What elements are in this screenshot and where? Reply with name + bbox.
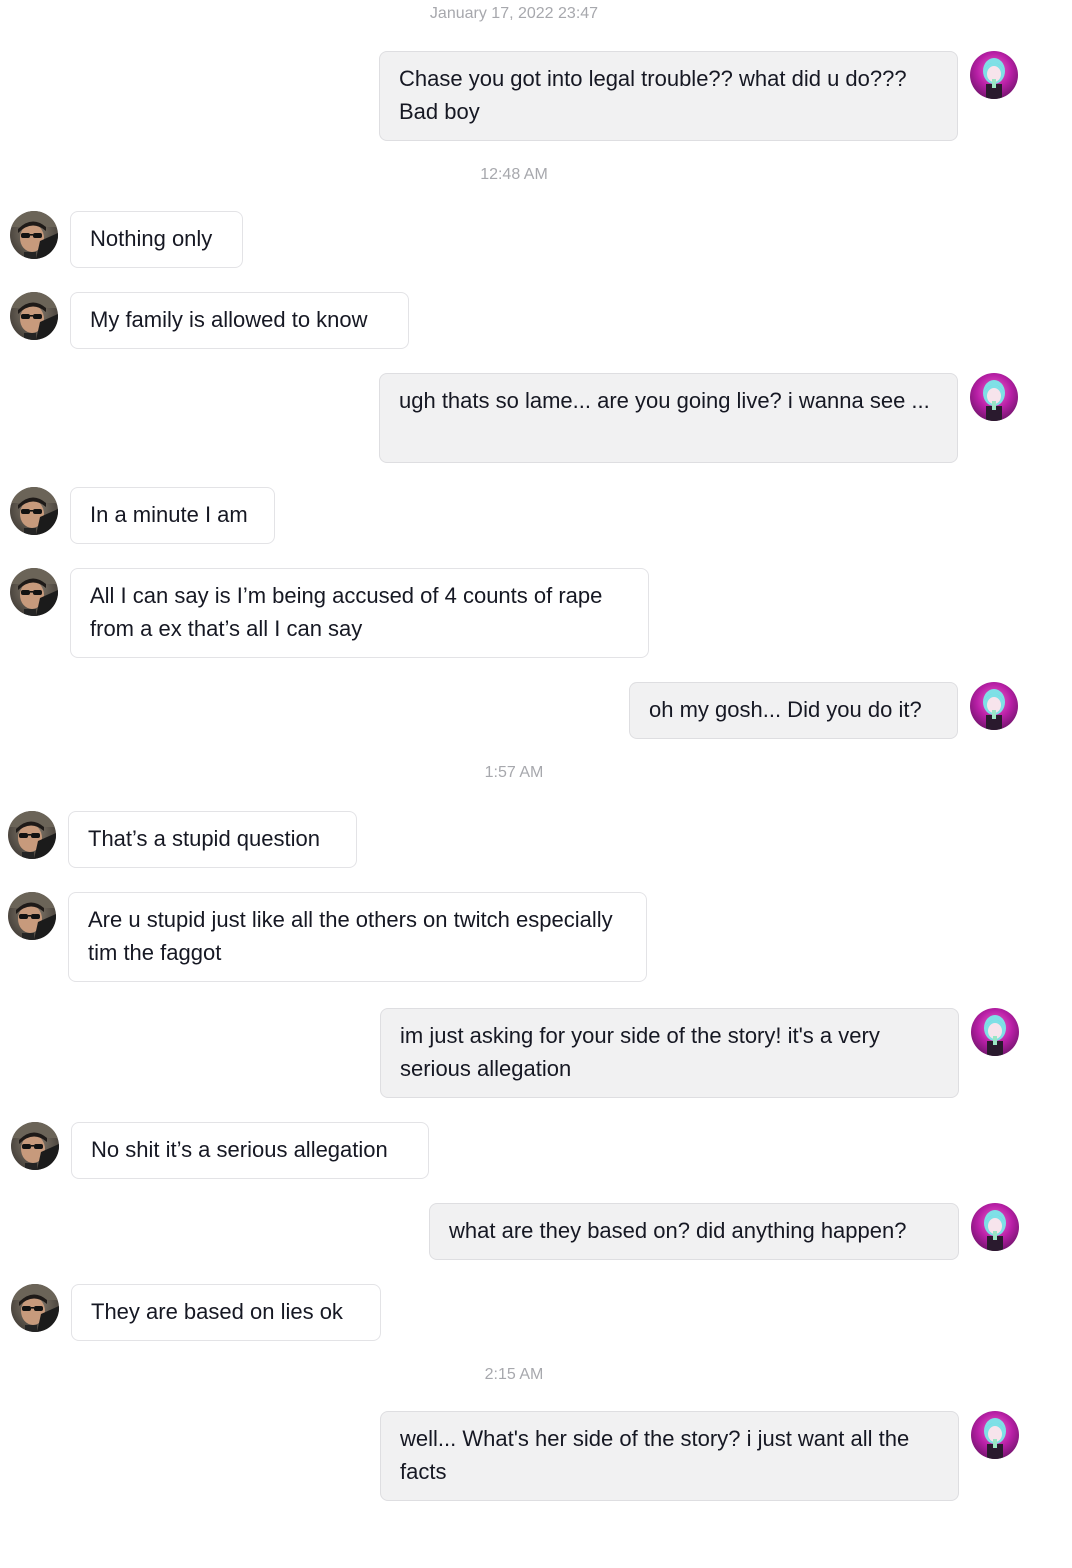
message-bubble-received[interactable]: All I can say is I’m being accused of 4 … xyxy=(70,568,649,658)
timestamp: 12:48 AM xyxy=(480,166,548,183)
user-avatar-icon[interactable] xyxy=(970,682,1018,730)
timestamp: 2:15 AM xyxy=(484,1366,544,1383)
message-bubble-sent[interactable]: oh my gosh... Did you do it? xyxy=(629,682,958,739)
contact-avatar-icon[interactable] xyxy=(8,892,56,940)
contact-avatar-icon[interactable] xyxy=(11,1122,59,1170)
message-bubble-received[interactable]: That’s a stupid question xyxy=(68,811,357,868)
message-bubble-received[interactable]: Are u stupid just like all the others on… xyxy=(68,892,647,982)
message-bubble-sent[interactable]: Chase you got into legal trouble?? what … xyxy=(379,51,958,141)
contact-avatar-icon[interactable] xyxy=(10,211,58,259)
user-avatar-icon[interactable] xyxy=(971,1203,1019,1251)
contact-avatar-icon[interactable] xyxy=(10,487,58,535)
user-avatar-icon[interactable] xyxy=(970,51,1018,99)
timestamp: 1:57 AM xyxy=(484,764,544,781)
contact-avatar-icon[interactable] xyxy=(8,811,56,859)
contact-avatar-icon[interactable] xyxy=(10,292,58,340)
message-bubble-received[interactable]: My family is allowed to know xyxy=(70,292,409,349)
contact-avatar-icon[interactable] xyxy=(10,568,58,616)
message-bubble-received[interactable]: In a minute I am xyxy=(70,487,275,544)
message-bubble-received[interactable]: No shit it’s a serious allegation xyxy=(71,1122,429,1179)
message-bubble-sent[interactable]: im just asking for your side of the stor… xyxy=(380,1008,959,1098)
message-bubble-received[interactable]: They are based on lies ok xyxy=(71,1284,381,1341)
message-bubble-sent[interactable]: well... What's her side of the story? i … xyxy=(380,1411,959,1501)
user-avatar-icon[interactable] xyxy=(971,1008,1019,1056)
user-avatar-icon[interactable] xyxy=(971,1411,1019,1459)
timestamp: January 17, 2022 23:47 xyxy=(429,5,599,22)
contact-avatar-icon[interactable] xyxy=(11,1284,59,1332)
message-bubble-sent[interactable]: ugh thats so lame... are you going live?… xyxy=(379,373,958,463)
message-bubble-received[interactable]: Nothing only xyxy=(70,211,243,268)
message-bubble-sent[interactable]: what are they based on? did anything hap… xyxy=(429,1203,959,1260)
user-avatar-icon[interactable] xyxy=(970,373,1018,421)
